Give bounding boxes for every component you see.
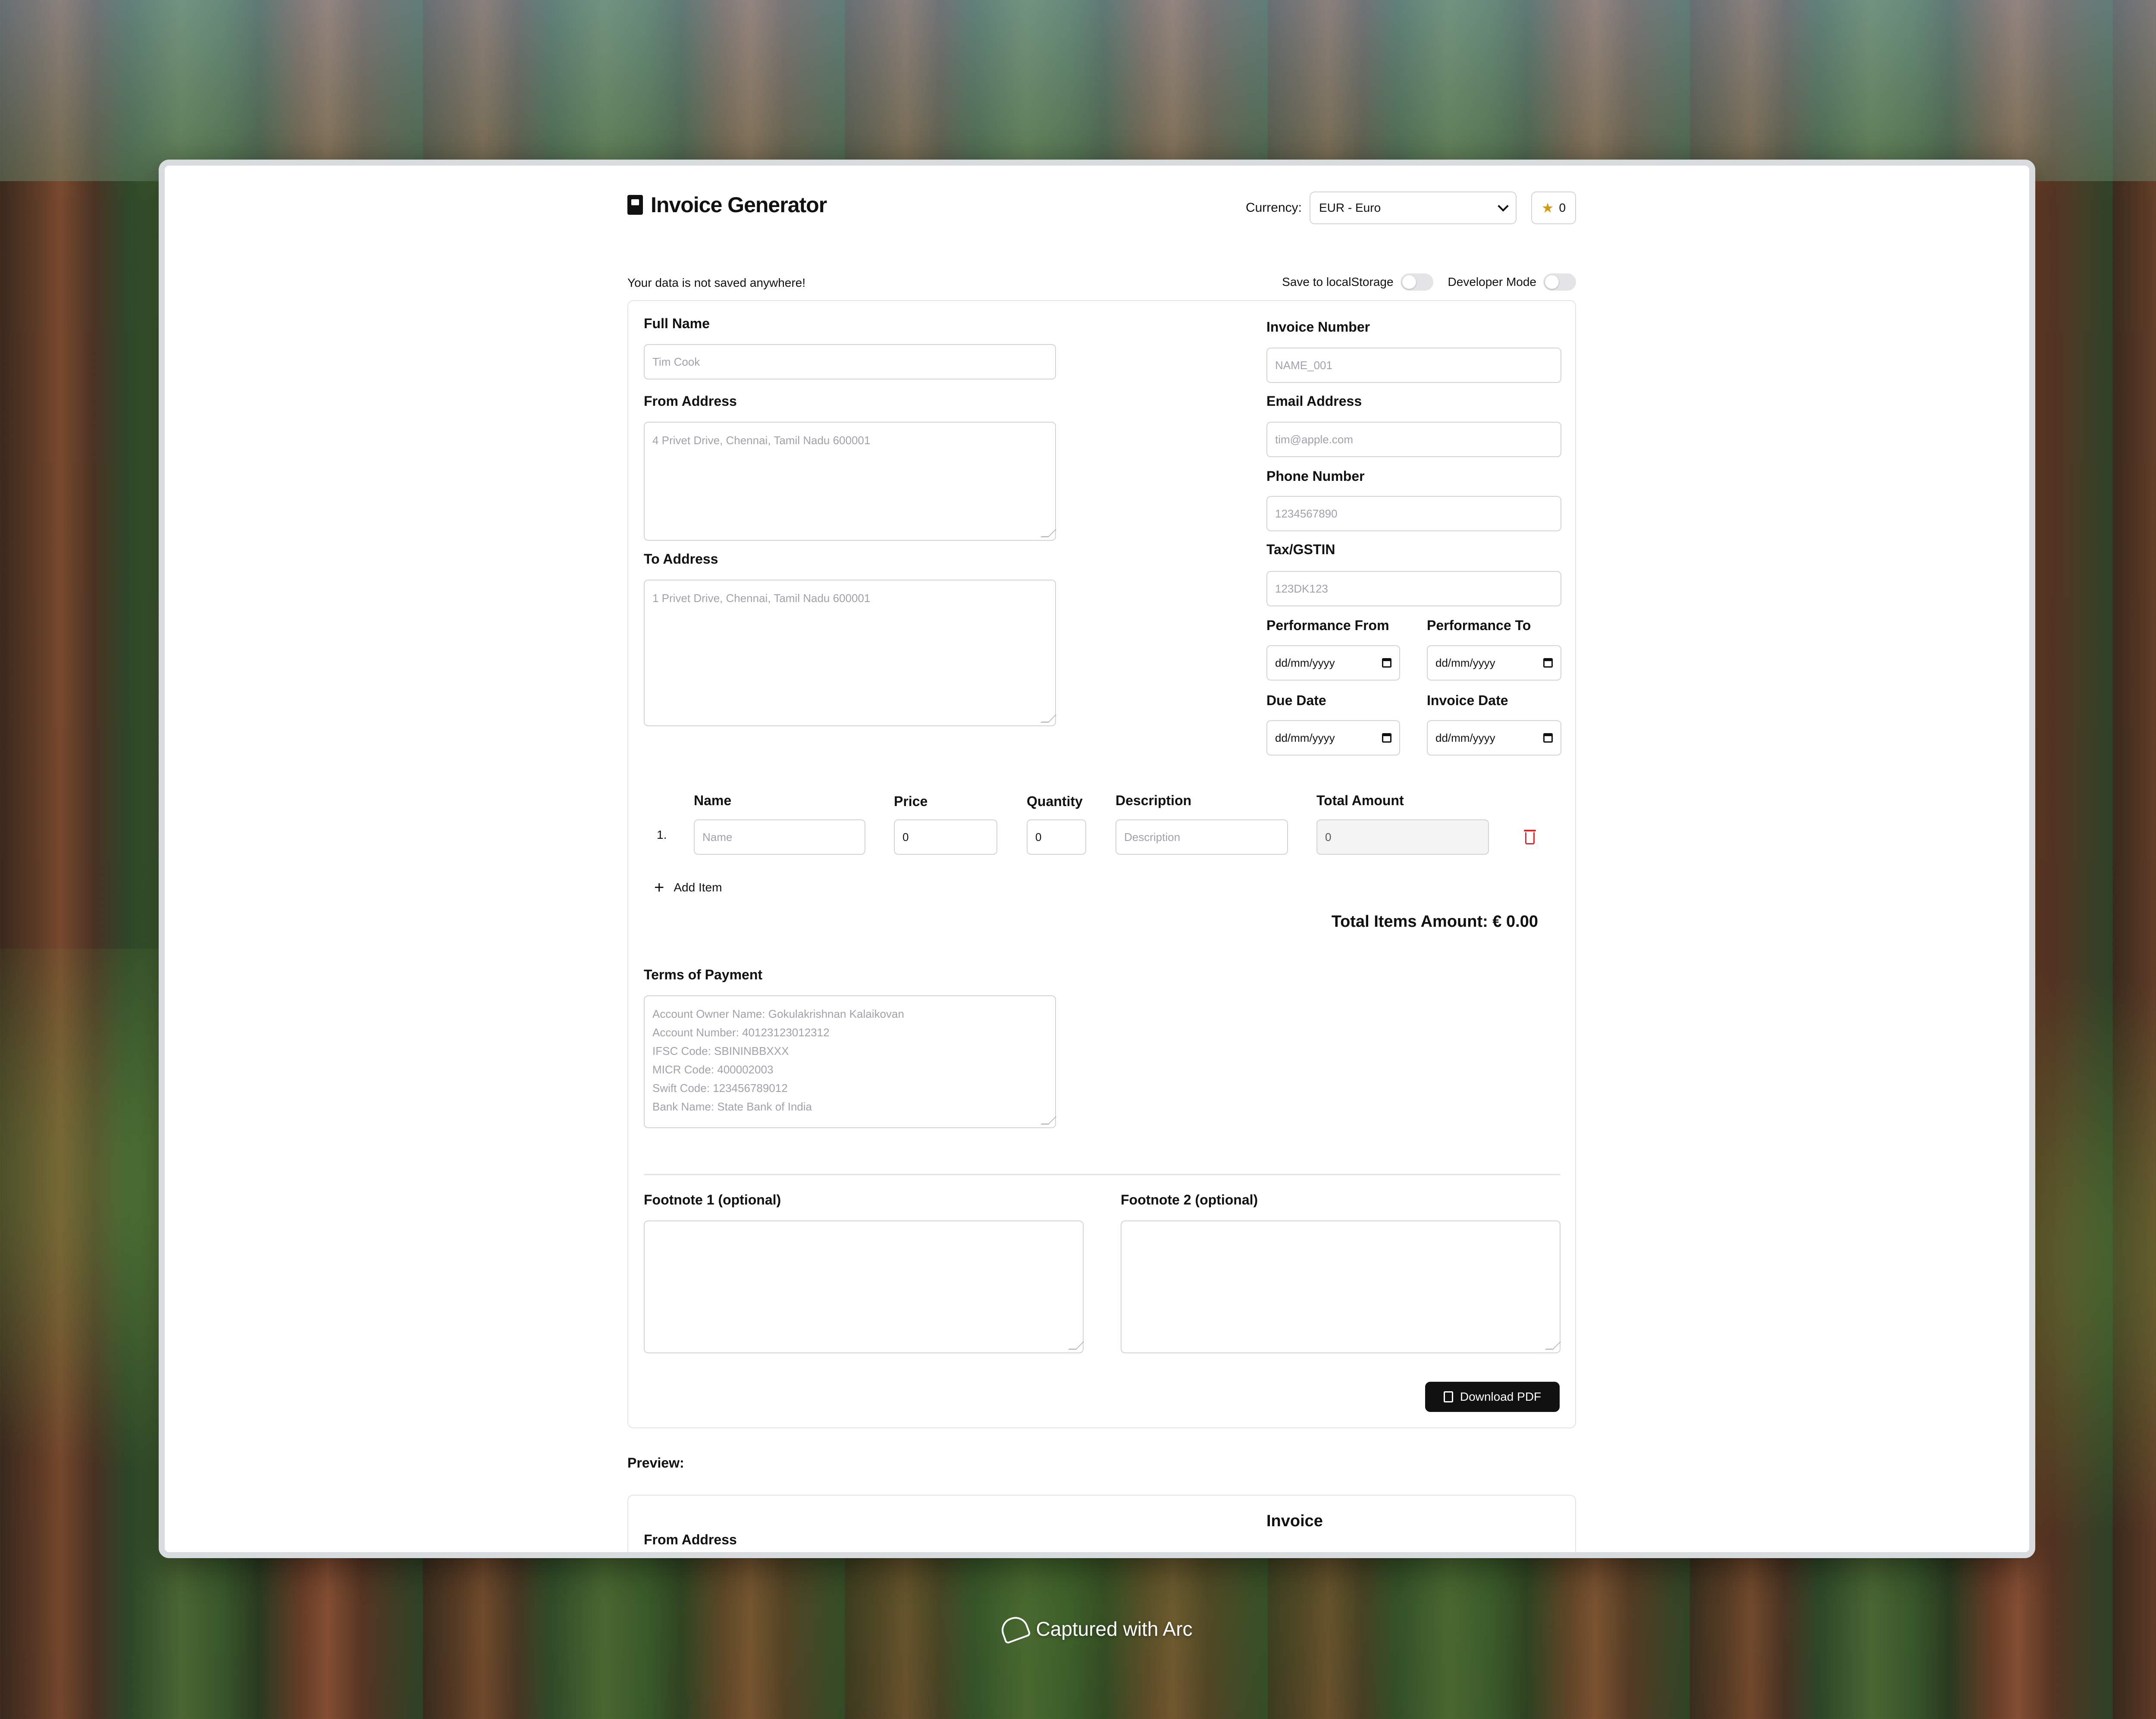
item-quantity-input[interactable]: 0 — [1027, 819, 1086, 855]
preview-invoice-title: Invoice — [1266, 1512, 1323, 1530]
item-row-index: 1. — [657, 828, 667, 841]
logo: Invoice Generator — [627, 192, 827, 217]
from-address-textarea[interactable]: 4 Privet Drive, Chennai, Tamil Nadu 6000… — [644, 422, 1056, 541]
footnote-1-label: Footnote 1 (optional) — [644, 1192, 781, 1208]
star-count: 0 — [1559, 201, 1566, 214]
full-name-label: Full Name — [644, 316, 710, 331]
items-header-name: Name — [694, 793, 732, 808]
item-name-input[interactable]: Name — [694, 819, 865, 855]
invoice-date-input[interactable]: dd/mm/yyyy — [1427, 720, 1561, 756]
preview-card: From Address Invoice Email: — [627, 1495, 1576, 1558]
chevron-down-icon — [1498, 201, 1509, 212]
items-header-description: Description — [1116, 793, 1192, 808]
footnote-2-label: Footnote 2 (optional) — [1121, 1192, 1258, 1208]
performance-to-date[interactable]: dd/mm/yyyy — [1427, 645, 1561, 681]
terms-label: Terms of Payment — [644, 967, 763, 982]
add-item-button[interactable]: + Add Item — [654, 879, 722, 896]
section-divider — [644, 1174, 1561, 1175]
phone-label: Phone Number — [1266, 468, 1365, 484]
plus-icon: + — [654, 878, 664, 897]
calendar-icon — [1382, 733, 1391, 743]
download-pdf-button[interactable]: Download PDF — [1425, 1382, 1560, 1412]
app-title: Invoice Generator — [651, 193, 827, 217]
arc-logo-icon — [998, 1613, 1031, 1644]
notice-row: Your data is not saved anywhere! Save to… — [627, 273, 1576, 292]
performance-to-value: dd/mm/yyyy — [1435, 656, 1495, 669]
performance-from-date[interactable]: dd/mm/yyyy — [1266, 645, 1400, 681]
receipt-icon — [627, 195, 643, 215]
save-local-toggle[interactable] — [1400, 273, 1433, 291]
tax-input[interactable]: 123DK123 — [1266, 571, 1561, 606]
invoice-number-label: Invoice Number — [1266, 319, 1370, 335]
item-price-input[interactable]: 0 — [894, 819, 997, 855]
full-name-input[interactable]: Tim Cook — [644, 344, 1056, 380]
email-input[interactable]: tim@apple.com — [1266, 422, 1561, 457]
invoice-date-label: Invoice Date — [1427, 693, 1508, 708]
download-pdf-label: Download PDF — [1460, 1390, 1542, 1403]
save-local-toggle-group: Save to localStorage — [1282, 273, 1433, 291]
privacy-notice: Your data is not saved anywhere! — [627, 276, 806, 289]
items-header-quantity: Quantity — [1027, 794, 1083, 809]
invoice-number-input[interactable]: NAME_001 — [1266, 348, 1561, 383]
item-total-field: 0 — [1316, 819, 1489, 855]
preview-email-label: Email: — [1266, 1552, 1303, 1558]
developer-mode-label: Developer Mode — [1448, 275, 1536, 289]
capture-text: Captured with Arc — [1036, 1618, 1193, 1640]
item-description-input[interactable]: Description — [1116, 819, 1288, 855]
performance-from-value: dd/mm/yyyy — [1275, 656, 1335, 669]
due-date-label: Due Date — [1266, 693, 1326, 708]
footnote-1-textarea[interactable] — [644, 1220, 1084, 1353]
capture-footer: Captured with Arc — [0, 1613, 2156, 1644]
developer-mode-toggle-group: Developer Mode — [1448, 273, 1576, 291]
browser-window: Invoice Generator Currency: EUR - Euro ★… — [159, 160, 2035, 1558]
background-sky — [0, 0, 2156, 181]
items-header-total: Total Amount — [1316, 793, 1404, 808]
currency-label: Currency: — [1245, 201, 1302, 215]
tax-label: Tax/GSTIN — [1266, 542, 1335, 557]
due-date-input[interactable]: dd/mm/yyyy — [1266, 720, 1400, 756]
calendar-icon — [1382, 658, 1391, 668]
footnote-2-textarea[interactable] — [1121, 1220, 1561, 1353]
developer-mode-toggle[interactable] — [1543, 273, 1576, 291]
invoice-date-value: dd/mm/yyyy — [1435, 731, 1495, 744]
currency-value: EUR - Euro — [1319, 201, 1381, 214]
to-address-textarea[interactable]: 1 Privet Drive, Chennai, Tamil Nadu 6000… — [644, 580, 1056, 726]
settings-toggles: Save to localStorage Developer Mode — [1282, 273, 1576, 291]
performance-from-label: Performance From — [1266, 618, 1389, 633]
preview-label: Preview: — [627, 1455, 684, 1471]
phone-input[interactable]: 1234567890 — [1266, 496, 1561, 531]
performance-to-label: Performance To — [1427, 618, 1531, 633]
add-item-label: Add Item — [674, 881, 722, 894]
save-icon — [1443, 1391, 1453, 1402]
items-header-price: Price — [894, 794, 928, 809]
to-address-label: To Address — [644, 551, 718, 567]
top-bar: Invoice Generator Currency: EUR - Euro ★… — [627, 191, 1576, 226]
email-label: Email Address — [1266, 393, 1362, 409]
calendar-icon — [1543, 658, 1553, 668]
currency-selector: Currency: EUR - Euro — [1246, 191, 1517, 224]
save-local-label: Save to localStorage — [1282, 275, 1394, 289]
from-address-label: From Address — [644, 393, 737, 409]
delete-item-icon[interactable] — [1524, 830, 1536, 844]
star-icon: ★ — [1541, 200, 1554, 216]
currency-select[interactable]: EUR - Euro — [1310, 191, 1517, 224]
preview-from-address: From Address — [644, 1532, 737, 1547]
invoice-form-card: Full Name Tim Cook From Address 4 Privet… — [627, 300, 1576, 1428]
calendar-icon — [1543, 733, 1553, 743]
github-star-button[interactable]: ★ 0 — [1531, 191, 1576, 224]
due-date-value: dd/mm/yyyy — [1275, 731, 1335, 744]
terms-textarea[interactable]: Account Owner Name: Gokulakrishnan Kalai… — [644, 995, 1056, 1128]
total-items-amount: Total Items Amount: € 0.00 — [1331, 913, 1538, 931]
